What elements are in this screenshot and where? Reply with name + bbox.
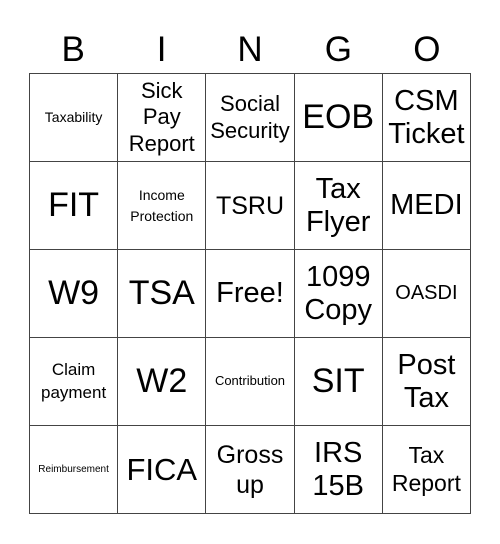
bingo-cell[interactable]: Taxability — [30, 74, 119, 162]
bingo-cell[interactable]: FIT — [30, 162, 119, 250]
bingo-cell[interactable]: 1099 Copy — [294, 250, 383, 338]
header-letter-i: I — [156, 30, 167, 69]
bingo-cell[interactable]: MEDI — [382, 162, 471, 250]
header-letter-b: B — [61, 30, 85, 69]
bingo-cell[interactable]: FICA — [118, 426, 207, 514]
bingo-cell[interactable]: Claim payment — [30, 338, 119, 426]
bingo-header: B I N G O — [29, 28, 471, 72]
bingo-cell[interactable]: Tax Report — [382, 426, 471, 514]
bingo-cell[interactable]: SIT — [294, 338, 383, 426]
bingo-cell[interactable]: Gross up — [206, 426, 295, 514]
bingo-cell[interactable]: TSRU — [206, 162, 295, 250]
header-letter-o: O — [413, 30, 441, 69]
header-letter-n: N — [237, 30, 263, 69]
bingo-cell[interactable]: TSA — [118, 250, 207, 338]
bingo-cell[interactable]: Contribution — [206, 338, 295, 426]
bingo-cell[interactable]: Sick Pay Report — [118, 74, 207, 162]
bingo-cell[interactable]: Reimbursement — [30, 426, 119, 514]
bingo-grid: Taxability Sick Pay Report Social Securi… — [29, 73, 471, 514]
bingo-cell[interactable]: IRS 15B — [294, 426, 383, 514]
bingo-cell[interactable]: Income Protection — [118, 162, 207, 250]
bingo-cell[interactable]: Tax Flyer — [294, 162, 383, 250]
bingo-cell[interactable]: OASDI — [382, 250, 471, 338]
bingo-cell[interactable]: EOB — [294, 74, 383, 162]
bingo-cell[interactable]: Social Security — [206, 74, 295, 162]
bingo-cell[interactable]: Post Tax — [382, 338, 471, 426]
bingo-cell[interactable]: CSM Ticket — [382, 74, 471, 162]
free-space[interactable]: Free! — [206, 250, 295, 338]
bingo-cell[interactable]: W9 — [30, 250, 119, 338]
bingo-cell[interactable]: W2 — [118, 338, 207, 426]
header-letter-g: G — [324, 30, 353, 69]
